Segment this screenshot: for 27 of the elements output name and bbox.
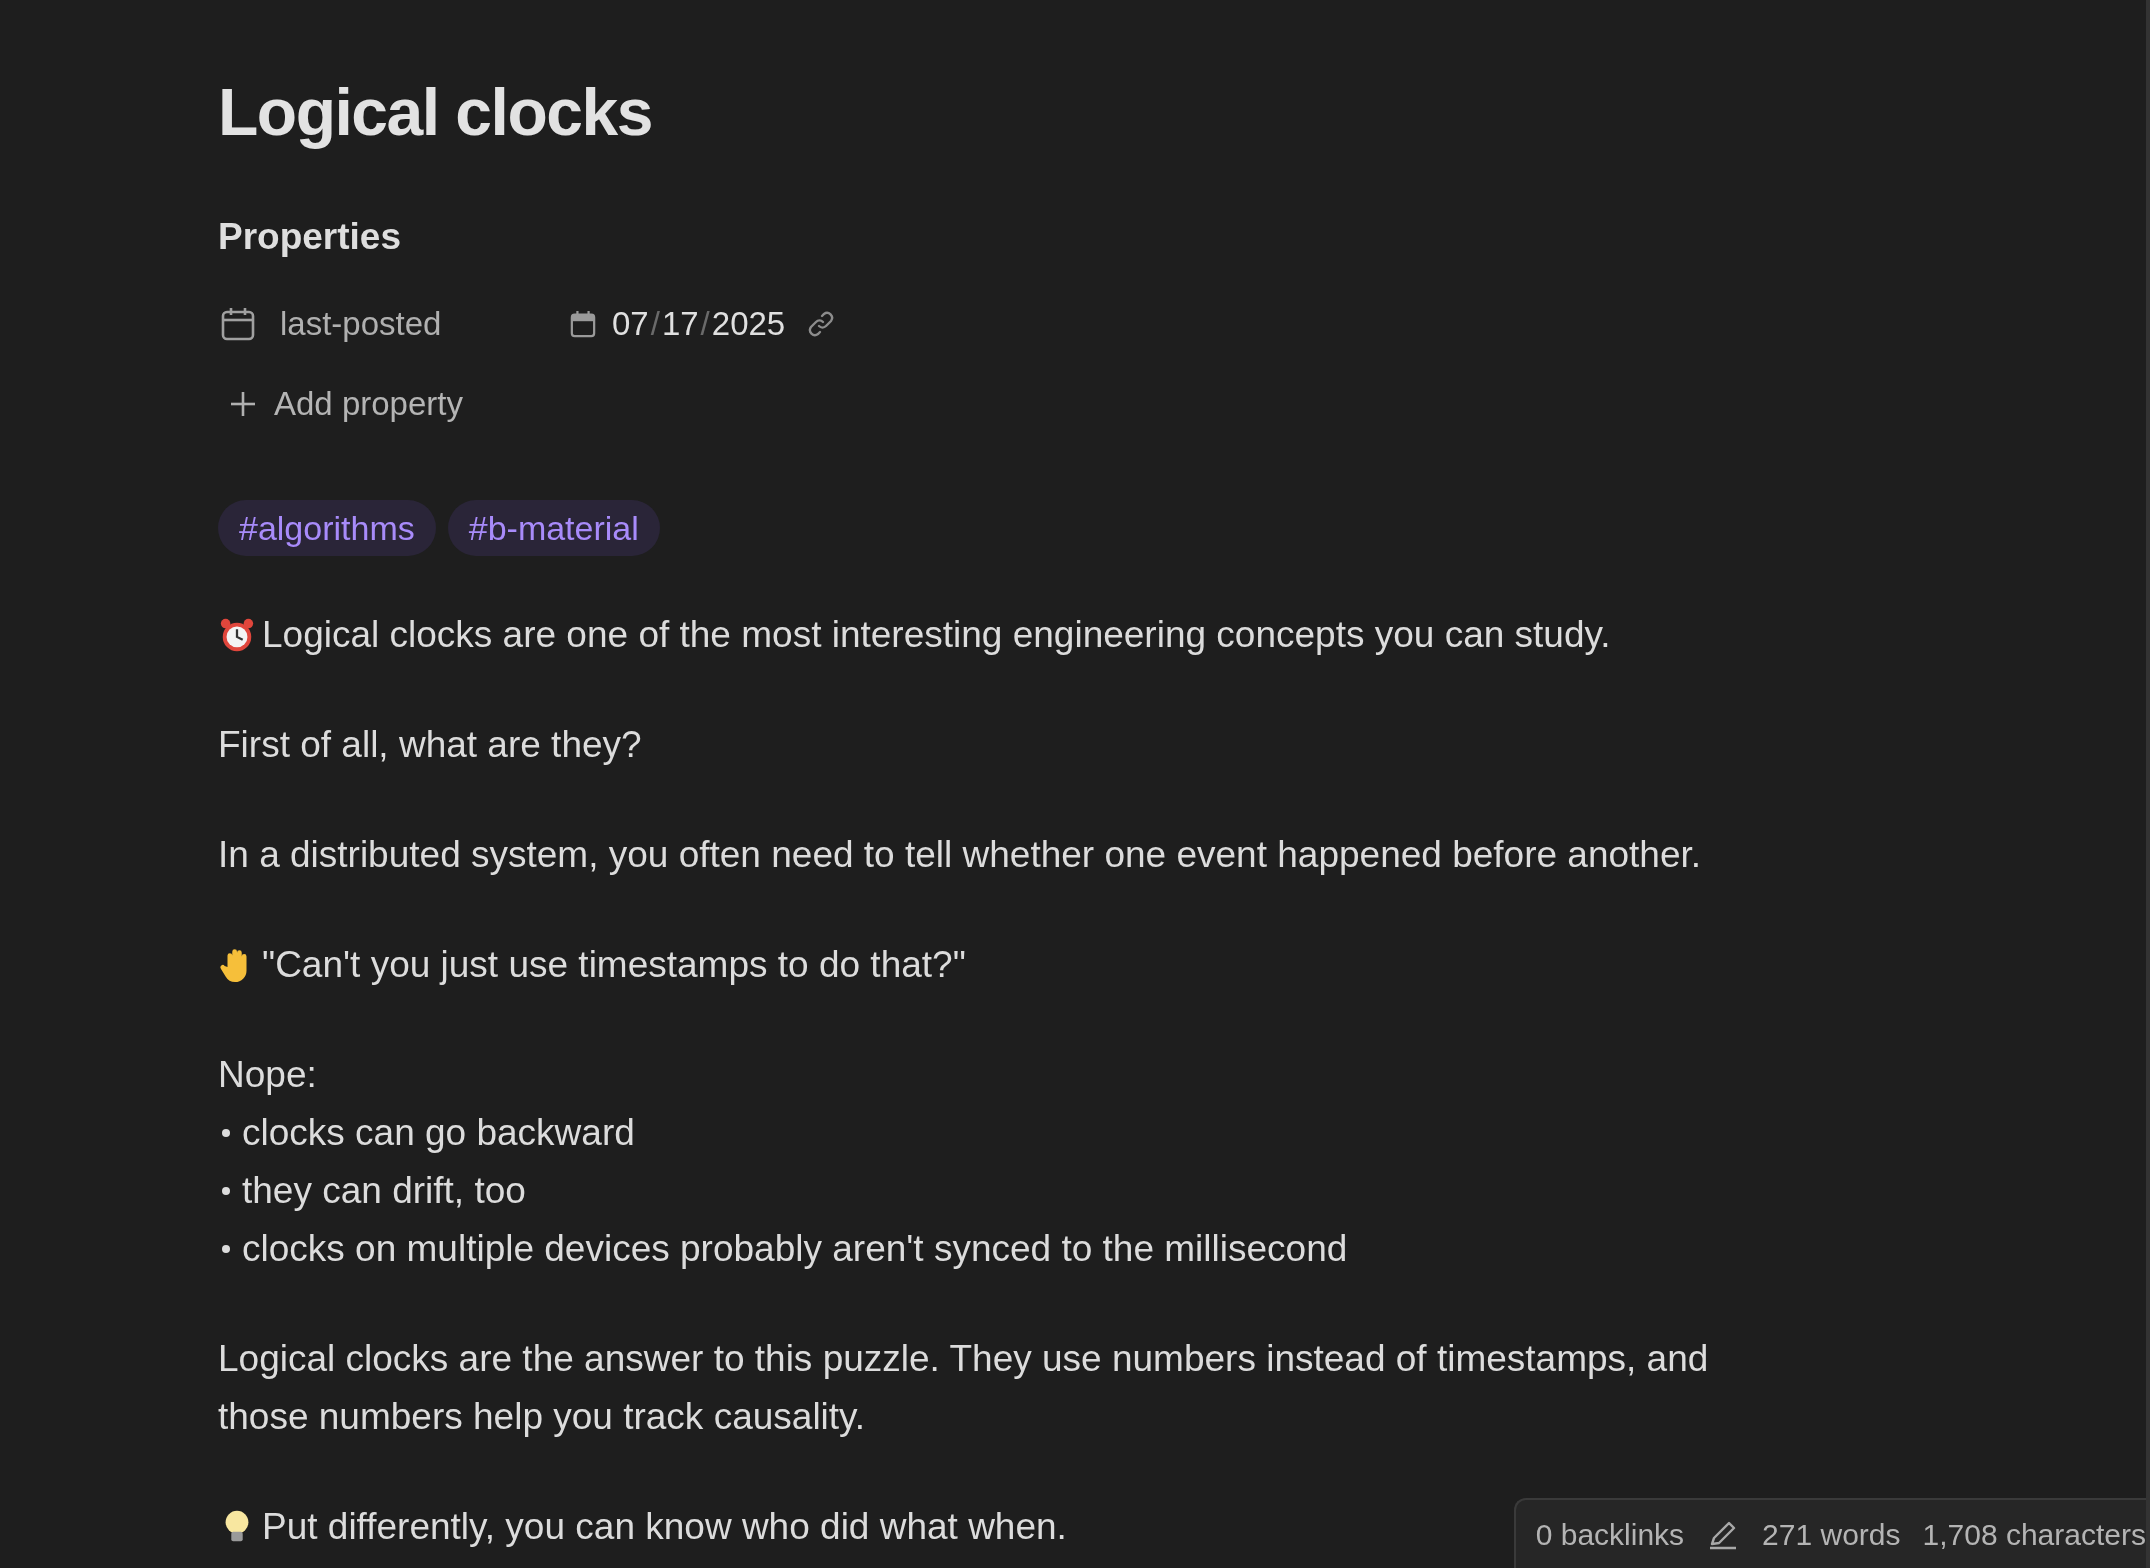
alarm-clock-icon: [218, 616, 256, 654]
list-item: clocks on multiple devices probably aren't synced to the millisecond: [242, 1227, 1348, 1271]
add-property-button[interactable]: Add property: [218, 376, 463, 432]
paragraph: Logical clocks are the answer to this puzzle. They use numbers instead of timestamps, and those numbers help you track causality.: [218, 1337, 1710, 1439]
calendar-icon: [220, 306, 256, 342]
paragraph: Logical clocks are one of the most interesting engineering concepts you can study.: [262, 613, 1611, 657]
list-lead: Nope:: [218, 1053, 317, 1097]
note-title: Logical clocks: [218, 74, 652, 151]
tag[interactable]: #algorithms: [218, 500, 436, 556]
calendar-icon: [570, 310, 596, 338]
paragraph: "Can't you just use timestamps to do that?": [262, 943, 966, 987]
plus-icon: [228, 389, 258, 419]
list-item: they can drift, too: [242, 1169, 526, 1213]
date-field[interactable]: 07/17/2025: [570, 305, 786, 343]
tag[interactable]: #b-material: [447, 500, 660, 556]
list-item: clocks can go backward: [242, 1111, 635, 1155]
paragraph: In a distributed system, you often need to tell whether one event happened before another.: [218, 833, 1702, 877]
character-count: 1,708 characters: [1922, 1518, 2146, 1552]
paragraph: Put differently, you can know who did what when.: [262, 1505, 1067, 1549]
bullet-icon: [222, 1245, 230, 1253]
properties-heading[interactable]: Properties: [218, 212, 401, 262]
backlinks-count[interactable]: 0 backlinks: [1535, 1518, 1685, 1552]
word-count: 271 words: [1762, 1518, 1901, 1552]
paragraph: First of all, what are they?: [218, 723, 642, 767]
bullet-icon: [222, 1187, 230, 1195]
bullet-icon: [222, 1129, 230, 1137]
property-name[interactable]: last-posted: [280, 305, 570, 343]
